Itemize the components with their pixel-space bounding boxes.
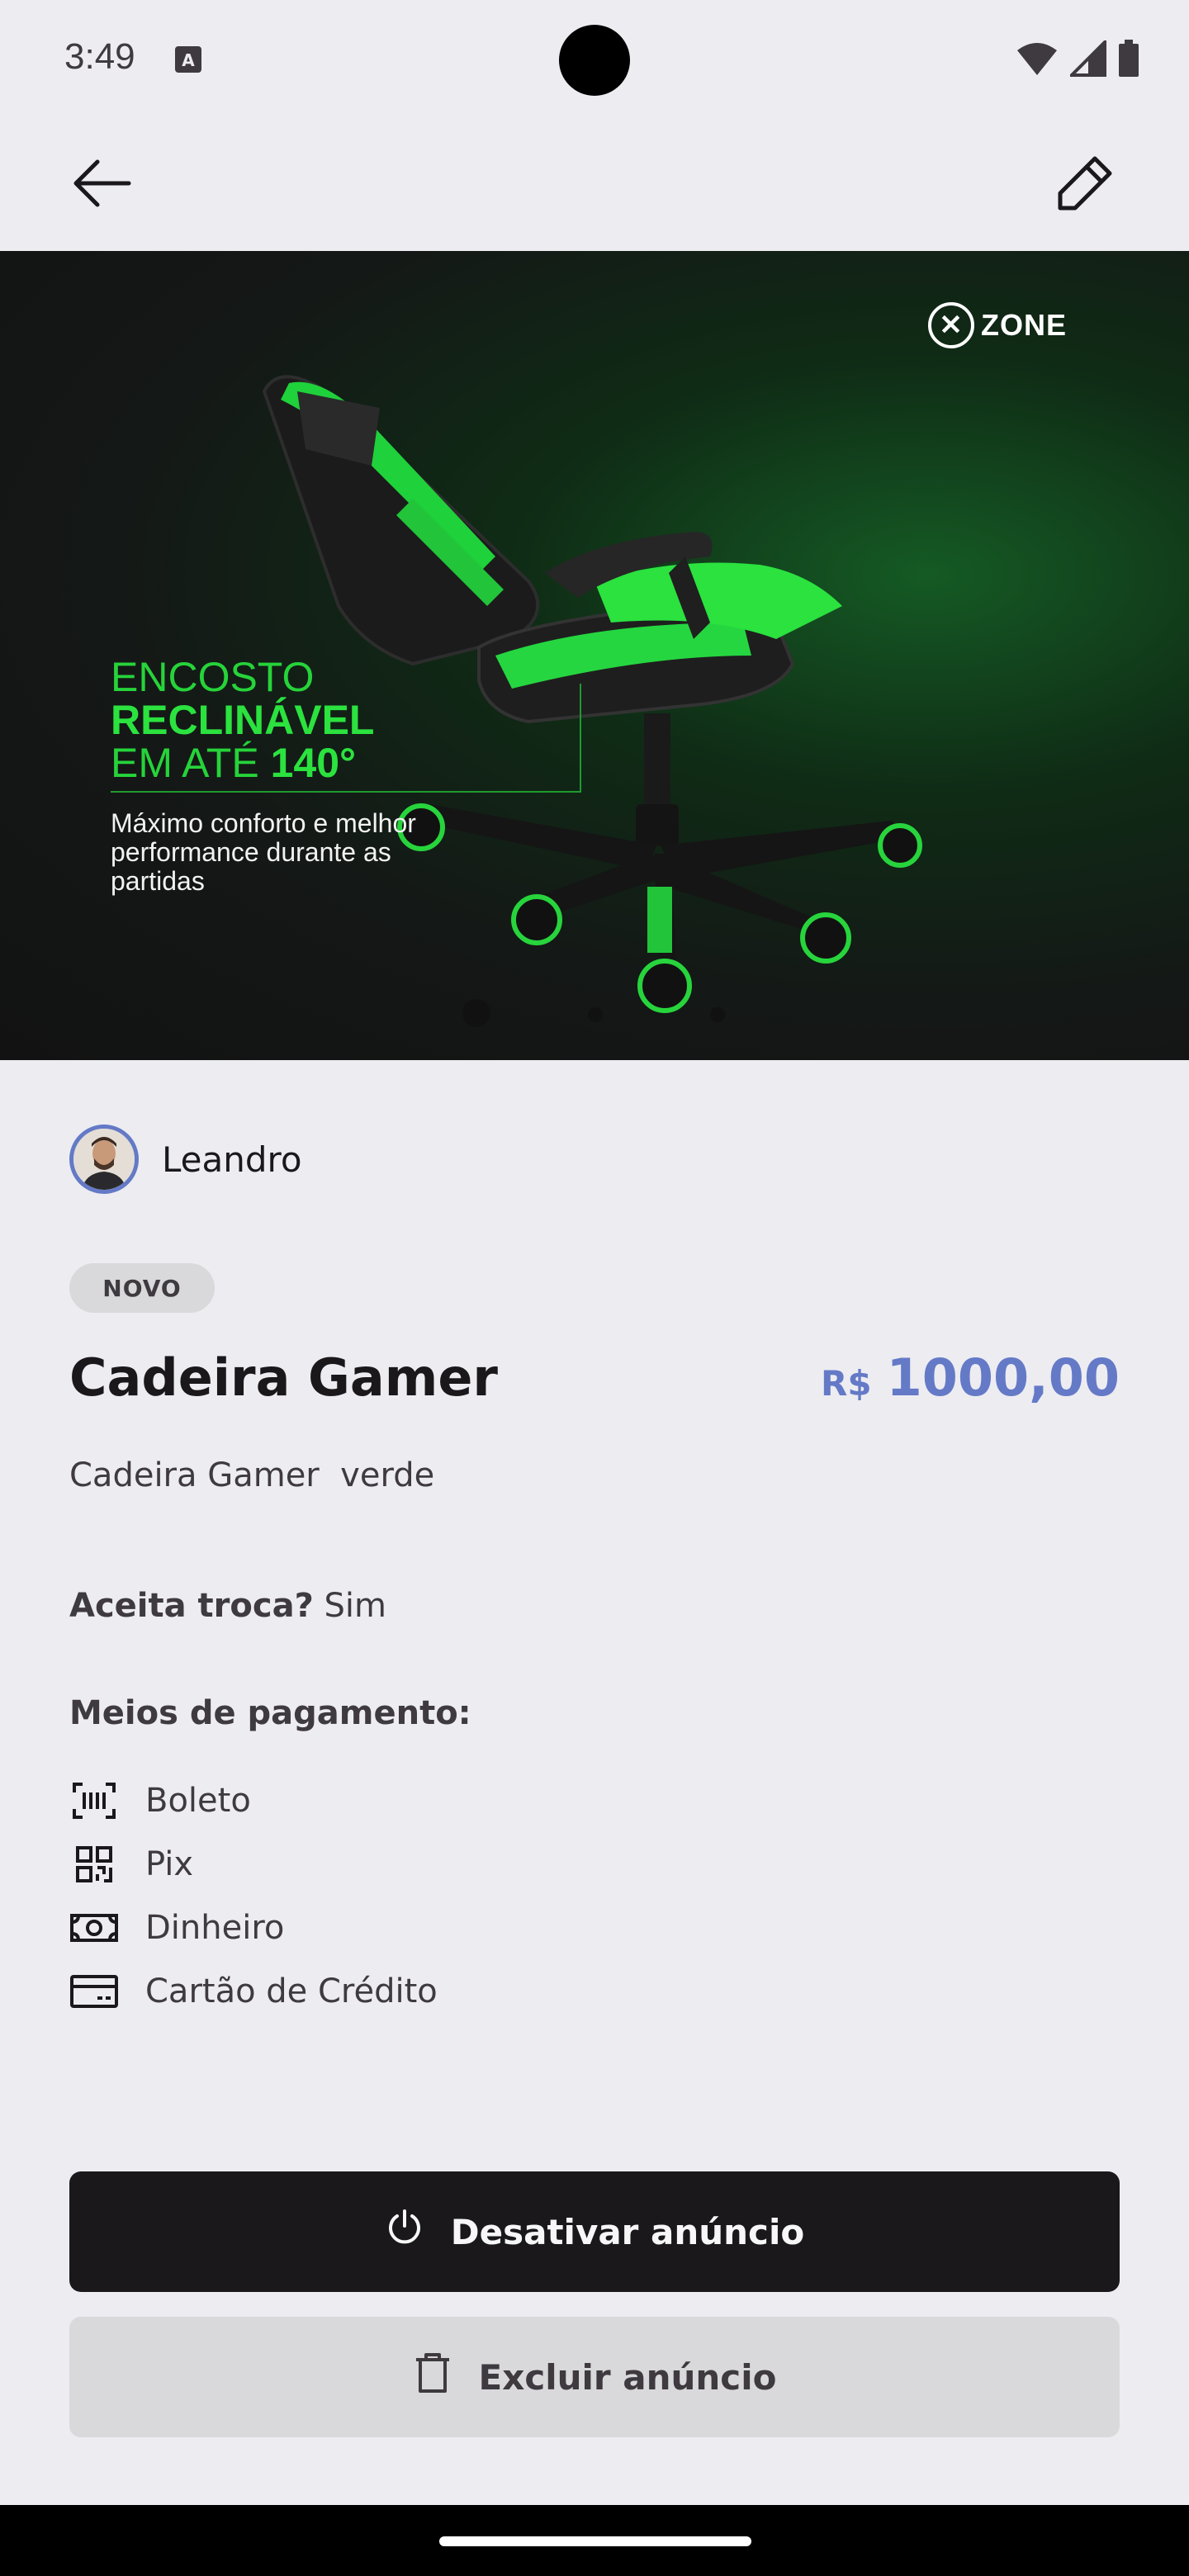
accepts-trade-label: Aceita troca?	[69, 1587, 314, 1625]
qrcode-icon	[69, 1843, 119, 1886]
accessibility-notification-icon: A	[173, 45, 203, 74]
money-icon	[69, 1906, 119, 1949]
payment-method-label: Cartão de Crédito	[145, 1972, 438, 2010]
payment-method-label: Boleto	[145, 1781, 251, 1820]
barcode-icon	[69, 1779, 119, 1822]
carousel-indicator	[0, 999, 1189, 1032]
wifi-icon	[1016, 40, 1059, 80]
deactivate-ad-button[interactable]: Desativar anúncio	[69, 2171, 1120, 2292]
arrow-left-icon	[73, 159, 132, 211]
promo-line-3: EM ATÉ 140°	[111, 741, 356, 784]
list-item: Boleto	[69, 1769, 438, 1832]
back-button[interactable]	[63, 145, 142, 225]
svg-text:A: A	[182, 50, 195, 70]
status-bar: 3:49 A	[0, 0, 1189, 119]
pencil-icon	[1055, 154, 1115, 216]
home-gesture-handle[interactable]	[439, 2536, 751, 2546]
promo-subtitle: Máximo conforto e melhor performance dur…	[111, 808, 416, 896]
carousel-dot-2[interactable]	[588, 1007, 603, 1022]
camera-cutout	[559, 25, 630, 96]
cellular-signal-icon	[1068, 38, 1106, 80]
gaming-chair-image	[262, 375, 922, 1013]
trash-icon	[413, 2351, 452, 2403]
carousel-dot-1[interactable]	[462, 999, 490, 1027]
delete-ad-label: Excluir anúncio	[478, 2356, 777, 2398]
accepts-trade-value: Sim	[324, 1587, 386, 1625]
avatar	[69, 1125, 139, 1194]
accepts-trade: Aceita troca? Sim	[69, 1587, 386, 1625]
price-currency: R$	[821, 1363, 872, 1404]
power-icon	[385, 2208, 424, 2256]
list-item: Dinheiro	[69, 1896, 438, 1959]
battery-icon	[1118, 40, 1139, 81]
payment-method-label: Pix	[145, 1844, 194, 1883]
promo-line-3-value: 140°	[270, 740, 356, 786]
status-icons	[1016, 38, 1139, 81]
edit-button[interactable]	[1045, 145, 1125, 225]
product-description: Cadeira Gamer verde	[69, 1456, 435, 1494]
delete-ad-button[interactable]: Excluir anúncio	[69, 2317, 1120, 2437]
product-title: Cadeira Gamer	[69, 1347, 498, 1408]
condition-badge: NOVO	[69, 1263, 215, 1313]
payment-methods-list: Boleto Pix Dinheiro Cartão de Crédito	[69, 1769, 438, 2023]
promo-pointer-line	[580, 684, 581, 793]
promo-line-1: ENCOSTO	[111, 654, 315, 700]
promo-line-3-prefix: EM ATÉ	[111, 740, 259, 786]
promo-divider	[111, 791, 581, 793]
seller-info: Leandro	[69, 1125, 302, 1194]
promo-line-2: RECLINÁVEL	[111, 697, 375, 743]
system-navigation-bar	[0, 2505, 1189, 2576]
payment-method-label: Dinheiro	[145, 1908, 285, 1947]
credit-card-icon	[69, 1970, 119, 2013]
seller-name: Leandro	[162, 1139, 302, 1180]
price-value: 1000,00	[886, 1347, 1120, 1408]
product-image-carousel[interactable]: ✕ ZONE ENCOSTO RECLINÁVEL EM ATÉ 140° Má…	[0, 251, 1189, 1060]
list-item: Cartão de Crédito	[69, 1959, 438, 2023]
carousel-dot-3[interactable]	[710, 1007, 725, 1022]
payment-methods-title: Meios de pagamento:	[69, 1694, 471, 1732]
list-item: Pix	[69, 1832, 438, 1896]
product-price: R$ 1000,00	[821, 1347, 1120, 1408]
status-time: 3:49	[64, 36, 135, 77]
deactivate-ad-label: Desativar anúncio	[450, 2211, 805, 2252]
